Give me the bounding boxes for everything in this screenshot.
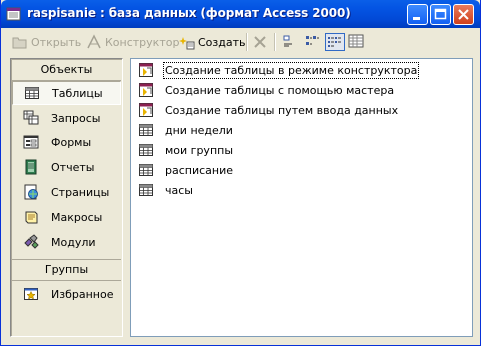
database-icon bbox=[6, 7, 21, 21]
sidebar-item-pages[interactable]: Страницы bbox=[12, 180, 121, 204]
list-item[interactable]: расписание bbox=[138, 161, 233, 179]
macro-icon bbox=[25, 211, 38, 224]
minimize-icon bbox=[413, 17, 420, 20]
toolbar-separator bbox=[274, 33, 276, 51]
form-icon bbox=[23, 135, 39, 149]
table-icon bbox=[25, 87, 39, 99]
list-item[interactable]: дни недели bbox=[138, 121, 233, 139]
open-icon bbox=[12, 37, 27, 49]
list-item-label: дни недели bbox=[165, 123, 233, 137]
close-button[interactable] bbox=[453, 4, 474, 25]
list-item-label: расписание bbox=[165, 163, 234, 177]
create-shortcut-icon bbox=[139, 83, 153, 97]
minimize-button[interactable] bbox=[407, 4, 428, 25]
list-item[interactable]: мои группы bbox=[138, 141, 233, 159]
objects-bar: Объекты Таблицы Запросы Формы Отчеты Стр… bbox=[10, 58, 123, 337]
sidebar-item-favorites[interactable]: Избранное bbox=[12, 282, 121, 306]
sidebar-item-label: Макросы bbox=[51, 210, 103, 224]
create-label: Создать bbox=[198, 35, 246, 49]
list-item-label: мои группы bbox=[165, 143, 234, 157]
list-item-label: Создание таблицы путем ввода данных bbox=[165, 103, 399, 117]
small-icons-view-button[interactable] bbox=[303, 33, 323, 51]
groups-header[interactable]: Группы bbox=[12, 259, 121, 281]
maximize-icon bbox=[434, 8, 447, 20]
delete-icon bbox=[254, 36, 266, 48]
design-button[interactable]: Конструктор bbox=[86, 32, 179, 52]
table-icon bbox=[139, 144, 153, 156]
page-icon bbox=[24, 184, 38, 200]
list-icon bbox=[328, 37, 341, 47]
table-icon bbox=[139, 124, 153, 136]
create-shortcut-icon bbox=[139, 63, 153, 77]
list-item-label: Создание таблицы в режиме конструктора bbox=[162, 61, 420, 79]
object-list: Создание таблицы в режиме конструктора С… bbox=[130, 58, 473, 337]
sidebar-item-modules[interactable]: Модули bbox=[12, 230, 121, 254]
objects-header[interactable]: Объекты bbox=[12, 60, 121, 81]
list-item[interactable]: часы bbox=[138, 181, 193, 199]
small-icons-icon bbox=[306, 36, 319, 45]
maximize-button[interactable] bbox=[430, 4, 451, 25]
create-icon bbox=[179, 37, 195, 50]
sidebar-item-label: Избранное bbox=[51, 287, 114, 301]
delete-button[interactable] bbox=[252, 32, 271, 52]
list-item[interactable]: Создание таблицы путем ввода данных bbox=[138, 101, 398, 119]
report-icon bbox=[25, 159, 37, 175]
open-button[interactable]: Открыть bbox=[12, 32, 81, 52]
large-icons-view-button[interactable] bbox=[281, 33, 301, 51]
list-view-button[interactable] bbox=[325, 33, 345, 51]
window-title: raspisanie : база данных (формат Access … bbox=[27, 6, 351, 20]
close-icon bbox=[458, 9, 469, 20]
list-item-label: Создание таблицы с помощью мастера bbox=[165, 83, 395, 97]
details-view-button[interactable] bbox=[347, 33, 367, 51]
sidebar-item-queries[interactable]: Запросы bbox=[12, 106, 121, 130]
open-label: Открыть bbox=[31, 35, 82, 49]
query-icon bbox=[23, 110, 39, 125]
sidebar-item-label: Страницы bbox=[51, 185, 110, 199]
sidebar-item-reports[interactable]: Отчеты bbox=[12, 155, 121, 179]
list-item[interactable]: Создание таблицы в режиме конструктора bbox=[138, 61, 420, 79]
list-item-label: часы bbox=[165, 183, 193, 197]
sidebar-item-label: Модули bbox=[51, 235, 96, 249]
sidebar-item-label: Запросы bbox=[51, 111, 101, 125]
favorites-icon bbox=[24, 288, 38, 300]
table-icon bbox=[139, 184, 153, 196]
sidebar-item-forms[interactable]: Формы bbox=[12, 130, 121, 154]
toolbar-separator bbox=[246, 33, 248, 51]
title-bar[interactable]: raspisanie : база данных (формат Access … bbox=[1, 0, 480, 28]
large-icons-icon bbox=[283, 35, 292, 47]
sidebar-item-label: Формы bbox=[51, 135, 92, 149]
toolbar: Открыть Конструктор Создать bbox=[2, 28, 479, 55]
list-item[interactable]: Создание таблицы с помощью мастера bbox=[138, 81, 394, 99]
sidebar-item-label: Отчеты bbox=[51, 160, 95, 174]
design-label: Конструктор bbox=[105, 35, 180, 49]
sidebar-item-label: Таблицы bbox=[52, 86, 103, 100]
sidebar-item-macros[interactable]: Макросы bbox=[12, 205, 121, 229]
create-shortcut-icon bbox=[139, 103, 153, 117]
table-icon bbox=[139, 164, 153, 176]
details-icon bbox=[348, 34, 364, 48]
module-icon bbox=[24, 234, 39, 249]
sidebar-item-tables[interactable]: Таблицы bbox=[12, 81, 121, 105]
create-button[interactable]: Создать bbox=[179, 32, 246, 52]
design-icon bbox=[87, 34, 101, 49]
database-window: raspisanie : база данных (формат Access … bbox=[0, 0, 481, 346]
